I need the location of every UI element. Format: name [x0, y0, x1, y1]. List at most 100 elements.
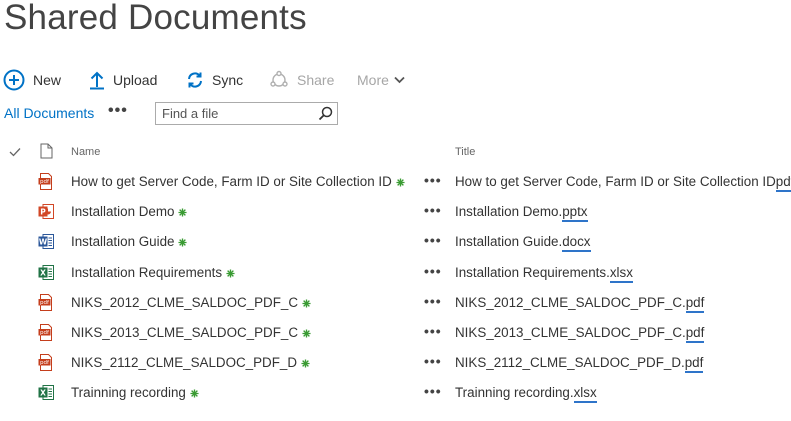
- new-item-icon: [302, 326, 311, 341]
- file-title: Installation Guide.docx: [455, 234, 591, 253]
- file-title-extension: docx: [562, 234, 591, 253]
- file-title-extension: pdf: [775, 174, 791, 192]
- file-name-link[interactable]: Installation Guide: [71, 234, 188, 250]
- svg-text:pdf: pdf: [40, 179, 50, 185]
- list-header: Name Title: [0, 140, 791, 164]
- file-name-text: Installation Demo: [71, 204, 175, 220]
- list-item[interactable]: P Installation Demo ••• Installation Demo.p…: [0, 197, 791, 227]
- pdf-file-icon: pdf: [38, 324, 54, 341]
- list-item[interactable]: pdf NIKS_2013_CLME_SALDOC_PDF_C ••• NIKS_20…: [0, 318, 791, 348]
- pdf-file-icon: pdf: [38, 354, 54, 372]
- item-menu-button[interactable]: •••: [424, 353, 442, 369]
- item-menu-button[interactable]: •••: [424, 383, 442, 399]
- all-documents-view-link[interactable]: All Documents: [4, 105, 94, 121]
- new-item-icon: [190, 386, 199, 401]
- sync-label: Sync: [212, 72, 244, 88]
- list-item[interactable]: X Installation Requirements ••• Installatio…: [0, 258, 791, 288]
- new-label: New: [33, 72, 62, 88]
- file-name-link[interactable]: NIKS_2112_CLME_SALDOC_PDF_D: [71, 355, 310, 371]
- list-item[interactable]: pdf How to get Server Code, Farm ID or Si…: [0, 167, 791, 197]
- svg-text:pdf: pdf: [40, 360, 50, 366]
- svg-text:X: X: [40, 268, 46, 277]
- add-circle-icon: [3, 69, 25, 91]
- file-type-header-icon: [40, 143, 53, 159]
- list-item[interactable]: pdf NIKS_2112_CLME_SALDOC_PDF_D ••• NIKS_21…: [0, 348, 791, 378]
- new-item-icon: [302, 296, 311, 311]
- pptx-file-icon: P: [38, 203, 54, 220]
- file-title: NIKS_2112_CLME_SALDOC_PDF_D.pdf: [455, 355, 704, 374]
- list-item[interactable]: pdf NIKS_2012_CLME_SALDOC_PDF_C ••• NIKS_20…: [0, 288, 791, 318]
- list-item[interactable]: X Trainning recording ••• Trainning recordi…: [0, 378, 791, 408]
- item-menu-button[interactable]: •••: [424, 323, 442, 339]
- file-title-extension: pdf: [685, 294, 705, 313]
- file-title-base: Trainning recording.: [455, 385, 574, 401]
- file-title-extension: xlsx: [609, 264, 633, 283]
- more-button[interactable]: More: [357, 66, 405, 94]
- svg-text:W: W: [39, 238, 48, 247]
- pdf-file-icon: pdf: [38, 293, 54, 311]
- item-menu-button[interactable]: •••: [424, 172, 442, 188]
- file-name-link[interactable]: How to get Server Code, Farm ID or Site …: [71, 174, 405, 190]
- file-title-extension: pptx: [562, 204, 588, 223]
- file-title-base: NIKS_2112_CLME_SALDOC_PDF_D.: [455, 355, 685, 371]
- file-name-link[interactable]: NIKS_2013_CLME_SALDOC_PDF_C: [71, 325, 311, 341]
- svg-text:pdf: pdf: [40, 300, 50, 306]
- item-menu-button[interactable]: •••: [424, 293, 442, 309]
- xlsx-file-icon: X: [38, 384, 54, 401]
- file-name-text: How to get Server Code, Farm ID or Site …: [71, 174, 392, 189]
- sync-icon: [188, 72, 202, 88]
- file-title: Installation Demo.pptx: [455, 204, 588, 223]
- docx-file-icon: W: [38, 233, 54, 250]
- file-name-text: NIKS_2112_CLME_SALDOC_PDF_D: [71, 355, 298, 371]
- view-bar: All Documents •••: [0, 101, 791, 127]
- file-title-base: Installation Guide.: [455, 234, 563, 250]
- file-name-text: Installation Guide: [71, 234, 175, 250]
- item-menu-button[interactable]: •••: [424, 263, 442, 279]
- new-item-icon: [226, 266, 235, 281]
- file-title: NIKS_2013_CLME_SALDOC_PDF_C.pdf: [455, 325, 705, 343]
- file-name-text: Trainning recording: [71, 385, 186, 401]
- new-item-icon: [178, 205, 188, 220]
- svg-text:pdf: pdf: [40, 330, 50, 336]
- search-icon[interactable]: [318, 106, 333, 121]
- item-menu-button[interactable]: •••: [424, 232, 442, 248]
- file-title-base: NIKS_2013_CLME_SALDOC_PDF_C.: [455, 325, 686, 340]
- file-title-extension: pdf: [684, 355, 704, 374]
- list-item[interactable]: W Installation Guide ••• Installation Guide…: [0, 227, 791, 257]
- file-title-base: Installation Demo.: [455, 204, 563, 220]
- file-name-text: NIKS_2012_CLME_SALDOC_PDF_C: [71, 294, 299, 310]
- svg-text:P: P: [40, 207, 46, 216]
- chevron-down-icon: [394, 76, 405, 84]
- search-box: [155, 102, 338, 125]
- file-name-link[interactable]: Installation Demo: [71, 204, 188, 220]
- command-bar: New Upload Sync Share More: [0, 66, 791, 94]
- file-title-base: How to get Server Code, Farm ID or Site …: [455, 174, 776, 189]
- file-name-link[interactable]: Trainning recording: [71, 385, 199, 401]
- xlsx-file-icon: X: [38, 264, 54, 281]
- share-icon: [270, 70, 288, 87]
- item-menu-button[interactable]: •••: [424, 202, 442, 218]
- column-header-title[interactable]: Title: [455, 146, 475, 158]
- file-title: NIKS_2012_CLME_SALDOC_PDF_C.pdf: [455, 294, 705, 313]
- file-title: Trainning recording.xlsx: [455, 385, 597, 404]
- file-name-link[interactable]: NIKS_2012_CLME_SALDOC_PDF_C: [71, 295, 311, 311]
- svg-text:X: X: [40, 389, 46, 398]
- file-name-text: Installation Requirements: [71, 264, 223, 280]
- file-name-link[interactable]: Installation Requirements: [71, 265, 235, 281]
- upload-label: Upload: [113, 72, 158, 88]
- share-label: Share: [297, 72, 335, 88]
- column-header-name[interactable]: Name: [71, 146, 100, 158]
- file-title-extension: pdf: [685, 325, 705, 343]
- sync-button[interactable]: Sync: [186, 66, 243, 94]
- upload-button[interactable]: Upload: [89, 66, 157, 94]
- upload-arrow-icon: [90, 71, 104, 90]
- new-item-icon: [301, 356, 310, 371]
- select-all-check-icon[interactable]: [9, 147, 21, 157]
- file-name-text: NIKS_2013_CLME_SALDOC_PDF_C: [71, 325, 299, 340]
- share-button[interactable]: Share: [269, 66, 334, 94]
- file-title-extension: xlsx: [573, 385, 597, 404]
- new-button[interactable]: New: [3, 66, 61, 94]
- view-more-button[interactable]: •••: [108, 102, 128, 120]
- search-input[interactable]: [156, 104, 312, 123]
- file-title-base: NIKS_2012_CLME_SALDOC_PDF_C.: [455, 294, 686, 310]
